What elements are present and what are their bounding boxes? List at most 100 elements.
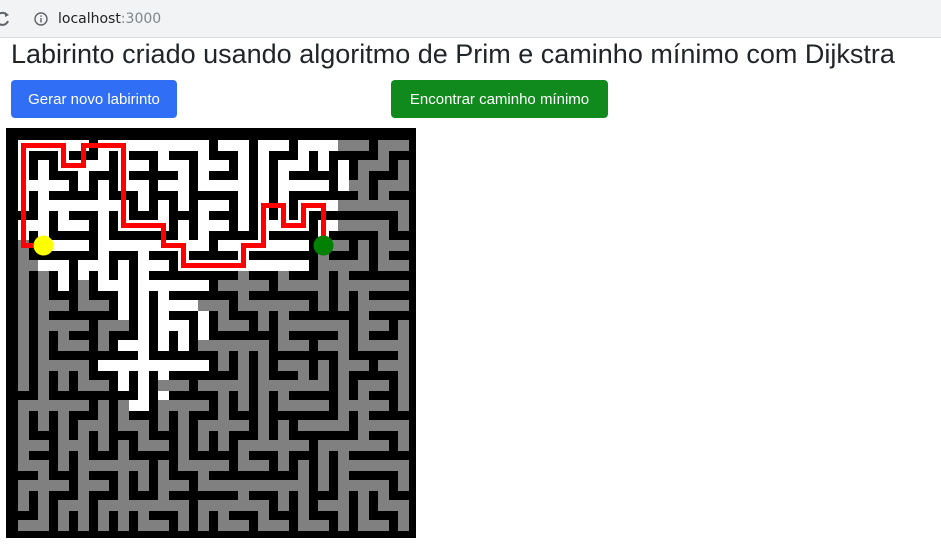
- maze-passage: [278, 480, 289, 511]
- maze-passage: [378, 280, 409, 291]
- maze-passage: [278, 260, 309, 271]
- maze-passage: [338, 160, 349, 191]
- maze-passage: [358, 240, 369, 271]
- maze-passage: [158, 380, 189, 391]
- maze-passage: [338, 280, 349, 311]
- maze-passage: [58, 340, 89, 351]
- maze-canvas[interactable]: [6, 128, 416, 538]
- maze-passage: [178, 320, 189, 351]
- maze-passage: [198, 420, 209, 451]
- maze-passage: [118, 360, 129, 391]
- maze-passage: [158, 480, 189, 491]
- maze-passage: [358, 380, 389, 391]
- maze-passage: [318, 340, 349, 351]
- page-title: Labirinto criado usando algoritmo de Pri…: [11, 39, 895, 69]
- find-path-button[interactable]: Encontrar caminho mínimo: [391, 80, 608, 118]
- maze-passage: [218, 140, 249, 151]
- maze-passage: [98, 500, 109, 531]
- maze-passage: [118, 260, 129, 291]
- maze-passage: [58, 260, 69, 291]
- maze-passage: [58, 240, 89, 251]
- maze-passage: [198, 460, 229, 471]
- maze-passage: [118, 340, 149, 351]
- maze-passage: [238, 380, 249, 411]
- maze-passage: [258, 520, 289, 531]
- maze-passage: [138, 440, 169, 451]
- maze-passage: [218, 340, 229, 371]
- maze-passage: [358, 520, 389, 531]
- maze-passage: [78, 480, 109, 491]
- maze-passage: [358, 320, 389, 331]
- maze-passage: [18, 360, 29, 391]
- start-marker: [33, 235, 54, 256]
- url-port: :3000: [120, 11, 162, 27]
- maze-passage: [298, 180, 329, 191]
- maze-passage: [258, 140, 289, 151]
- info-icon[interactable]: [34, 12, 48, 26]
- maze-passage: [318, 360, 329, 391]
- maze-passage: [18, 520, 49, 531]
- maze-passage: [398, 460, 409, 491]
- maze-passage: [178, 500, 189, 531]
- maze-passage: [338, 140, 369, 151]
- maze-passage: [58, 440, 69, 471]
- maze-passage: [78, 300, 109, 311]
- maze-passage: [58, 220, 89, 231]
- maze-passage: [78, 500, 89, 531]
- maze-svg: [6, 128, 416, 538]
- maze-passage: [398, 500, 409, 531]
- maze-passage: [138, 180, 149, 211]
- maze-passage: [58, 500, 69, 531]
- maze-passage: [18, 480, 29, 511]
- maze-passage: [378, 240, 409, 251]
- maze-passage: [398, 200, 409, 231]
- maze-passage: [238, 460, 269, 471]
- maze-passage: [58, 400, 89, 411]
- maze-passage: [278, 440, 289, 471]
- maze-passage: [218, 320, 249, 331]
- generate-maze-button[interactable]: Gerar novo labirinto: [11, 80, 177, 118]
- maze-passage: [398, 420, 409, 451]
- maze-passage: [318, 280, 329, 311]
- maze-passage: [138, 460, 149, 491]
- maze-passage: [378, 360, 409, 371]
- maze-passage: [358, 440, 389, 451]
- maze-passage: [398, 380, 409, 411]
- maze-passage: [278, 240, 309, 251]
- maze-passage: [178, 360, 209, 371]
- maze-passage: [218, 420, 229, 451]
- maze-passage: [198, 500, 209, 531]
- maze-passage: [198, 200, 229, 211]
- maze-passage: [298, 400, 329, 411]
- maze-passage: [278, 340, 309, 351]
- maze-passage: [98, 320, 109, 351]
- maze-passage: [158, 400, 169, 431]
- url-text[interactable]: localhost:3000: [58, 11, 161, 27]
- maze-passage: [298, 520, 329, 531]
- reload-icon[interactable]: [0, 11, 10, 27]
- maze-passage: [378, 300, 409, 311]
- maze-passage: [298, 420, 329, 431]
- maze-passage: [338, 360, 369, 371]
- maze-passage: [318, 460, 329, 491]
- url-host: localhost: [58, 11, 121, 27]
- maze-passage: [38, 480, 69, 491]
- maze-passage: [378, 140, 409, 151]
- maze-passage: [278, 300, 309, 311]
- maze-passage: [398, 160, 409, 191]
- maze-passage: [78, 380, 109, 391]
- maze-passage: [98, 420, 109, 451]
- maze-passage: [378, 260, 409, 271]
- maze-passage: [338, 500, 349, 531]
- maze-passage: [198, 160, 229, 171]
- maze-passage: [238, 200, 249, 231]
- maze-passage: [218, 520, 249, 531]
- maze-passage: [258, 300, 269, 331]
- maze-passage: [278, 360, 309, 371]
- maze-passage: [178, 280, 209, 291]
- maze-passage: [138, 520, 169, 531]
- browser-address-bar: localhost:3000: [0, 0, 941, 38]
- maze-passage: [158, 180, 189, 191]
- end-marker: [313, 235, 334, 256]
- maze-passage: [18, 440, 49, 451]
